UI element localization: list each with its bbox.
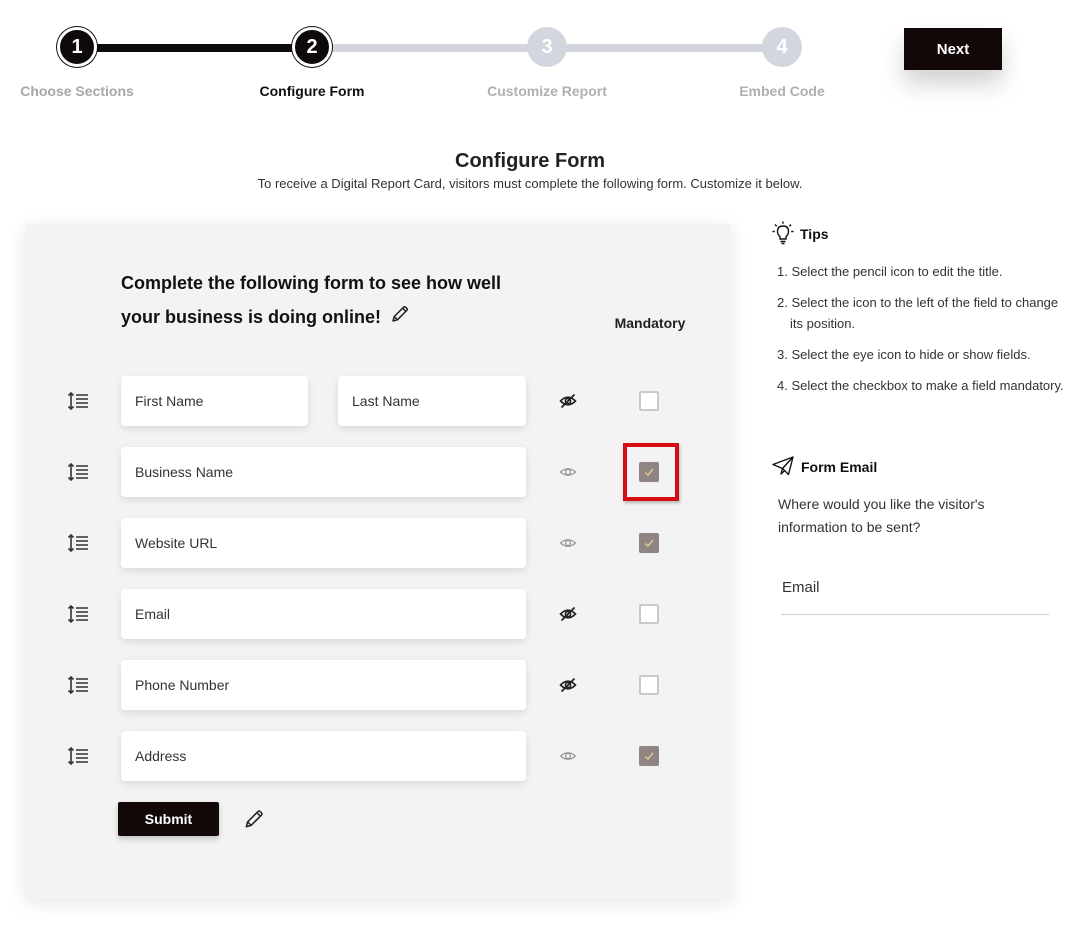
progress-stepper: 1 Choose Sections 2 Configure Form 3 Cus… <box>0 0 880 110</box>
tip-item: 1. Select the pencil icon to edit the ti… <box>777 264 1003 279</box>
email-field[interactable]: Email <box>121 589 526 639</box>
drag-handle-icon[interactable] <box>67 674 89 696</box>
form-title-text: Complete the following form to see how w… <box>121 273 502 327</box>
step-label: Embed Code <box>739 83 825 99</box>
form-email-heading: Form Email <box>801 459 878 475</box>
mandatory-checkbox[interactable] <box>639 604 659 624</box>
eye-slash-icon[interactable] <box>559 676 577 694</box>
tip-item: 4. Select the checkbox to make a field m… <box>777 378 1064 393</box>
form-row-name: First Name Last Name <box>25 376 731 426</box>
form-row-address: Address <box>25 731 731 781</box>
form-row-website-url: Website URL <box>25 518 731 568</box>
mandatory-checkbox[interactable] <box>639 746 659 766</box>
checkmark-icon <box>644 468 654 476</box>
business-name-field[interactable]: Business Name <box>121 447 526 497</box>
form-email-question: Where would you like the visitor's infor… <box>778 496 985 535</box>
phone-number-field[interactable]: Phone Number <box>121 660 526 710</box>
paper-plane-icon <box>772 455 801 479</box>
form-title: Complete the following form to see how w… <box>121 266 541 335</box>
progress-track-complete <box>77 44 312 52</box>
step-number-circle: 4 <box>762 27 802 67</box>
page-subtitle: To receive a Digital Report Card, visito… <box>257 176 803 191</box>
mandatory-checkbox[interactable] <box>639 533 659 553</box>
tips-list: 1. Select the pencil icon to edit the ti… <box>772 261 1072 396</box>
form-builder-card: Complete the following form to see how w… <box>25 224 731 899</box>
eye-icon[interactable] <box>559 534 577 552</box>
form-row-email: Email <box>25 589 731 639</box>
page-title: Configure Form <box>455 150 605 172</box>
last-name-field[interactable]: Last Name <box>338 376 526 426</box>
mandatory-checkbox[interactable] <box>639 675 659 695</box>
form-email-section: Form Email Where would you like the visi… <box>772 455 1052 615</box>
mandatory-checkbox[interactable] <box>639 462 659 482</box>
drag-handle-icon[interactable] <box>67 532 89 554</box>
pencil-icon[interactable] <box>243 808 265 830</box>
step-number-circle: 3 <box>527 27 567 67</box>
drag-handle-icon[interactable] <box>67 461 89 483</box>
tip-item: 2. Select the icon to the left of the fi… <box>777 295 1059 331</box>
form-email-header: Form Email <box>772 455 1052 479</box>
form-row-phone-number: Phone Number <box>25 660 731 710</box>
lightbulb-icon <box>772 221 800 248</box>
step-number-circle: 1 <box>57 27 97 67</box>
form-row-business-name: Business Name <box>25 443 731 501</box>
checkmark-icon <box>644 752 654 760</box>
checkmark-icon <box>644 539 654 547</box>
drag-handle-icon[interactable] <box>67 603 89 625</box>
address-field[interactable]: Address <box>121 731 526 781</box>
step-label: Configure Form <box>259 83 365 99</box>
tips-heading: Tips <box>800 226 829 242</box>
step-label: Choose Sections <box>20 83 134 99</box>
pencil-icon[interactable] <box>390 301 410 335</box>
tips-panel: Tips 1. Select the pencil icon to edit t… <box>772 221 1072 406</box>
tips-header: Tips <box>772 221 1072 248</box>
first-name-field[interactable]: First Name <box>121 376 308 426</box>
eye-slash-icon[interactable] <box>559 605 577 623</box>
mandatory-column-header: Mandatory <box>614 315 686 331</box>
eye-icon[interactable] <box>559 747 577 765</box>
drag-handle-icon[interactable] <box>67 390 89 412</box>
drag-handle-icon[interactable] <box>67 745 89 767</box>
next-button[interactable]: Next <box>904 28 1002 70</box>
submit-button[interactable]: Submit <box>118 802 219 836</box>
tip-item: 3. Select the eye icon to hide or show f… <box>777 347 1031 362</box>
recipient-email-input[interactable]: Email <box>781 575 1049 615</box>
eye-icon[interactable] <box>559 463 577 481</box>
step-label: Customize Report <box>487 83 607 99</box>
eye-slash-icon[interactable] <box>559 392 577 410</box>
website-url-field[interactable]: Website URL <box>121 518 526 568</box>
step-number-circle: 2 <box>292 27 332 67</box>
mandatory-checkbox[interactable] <box>639 391 659 411</box>
